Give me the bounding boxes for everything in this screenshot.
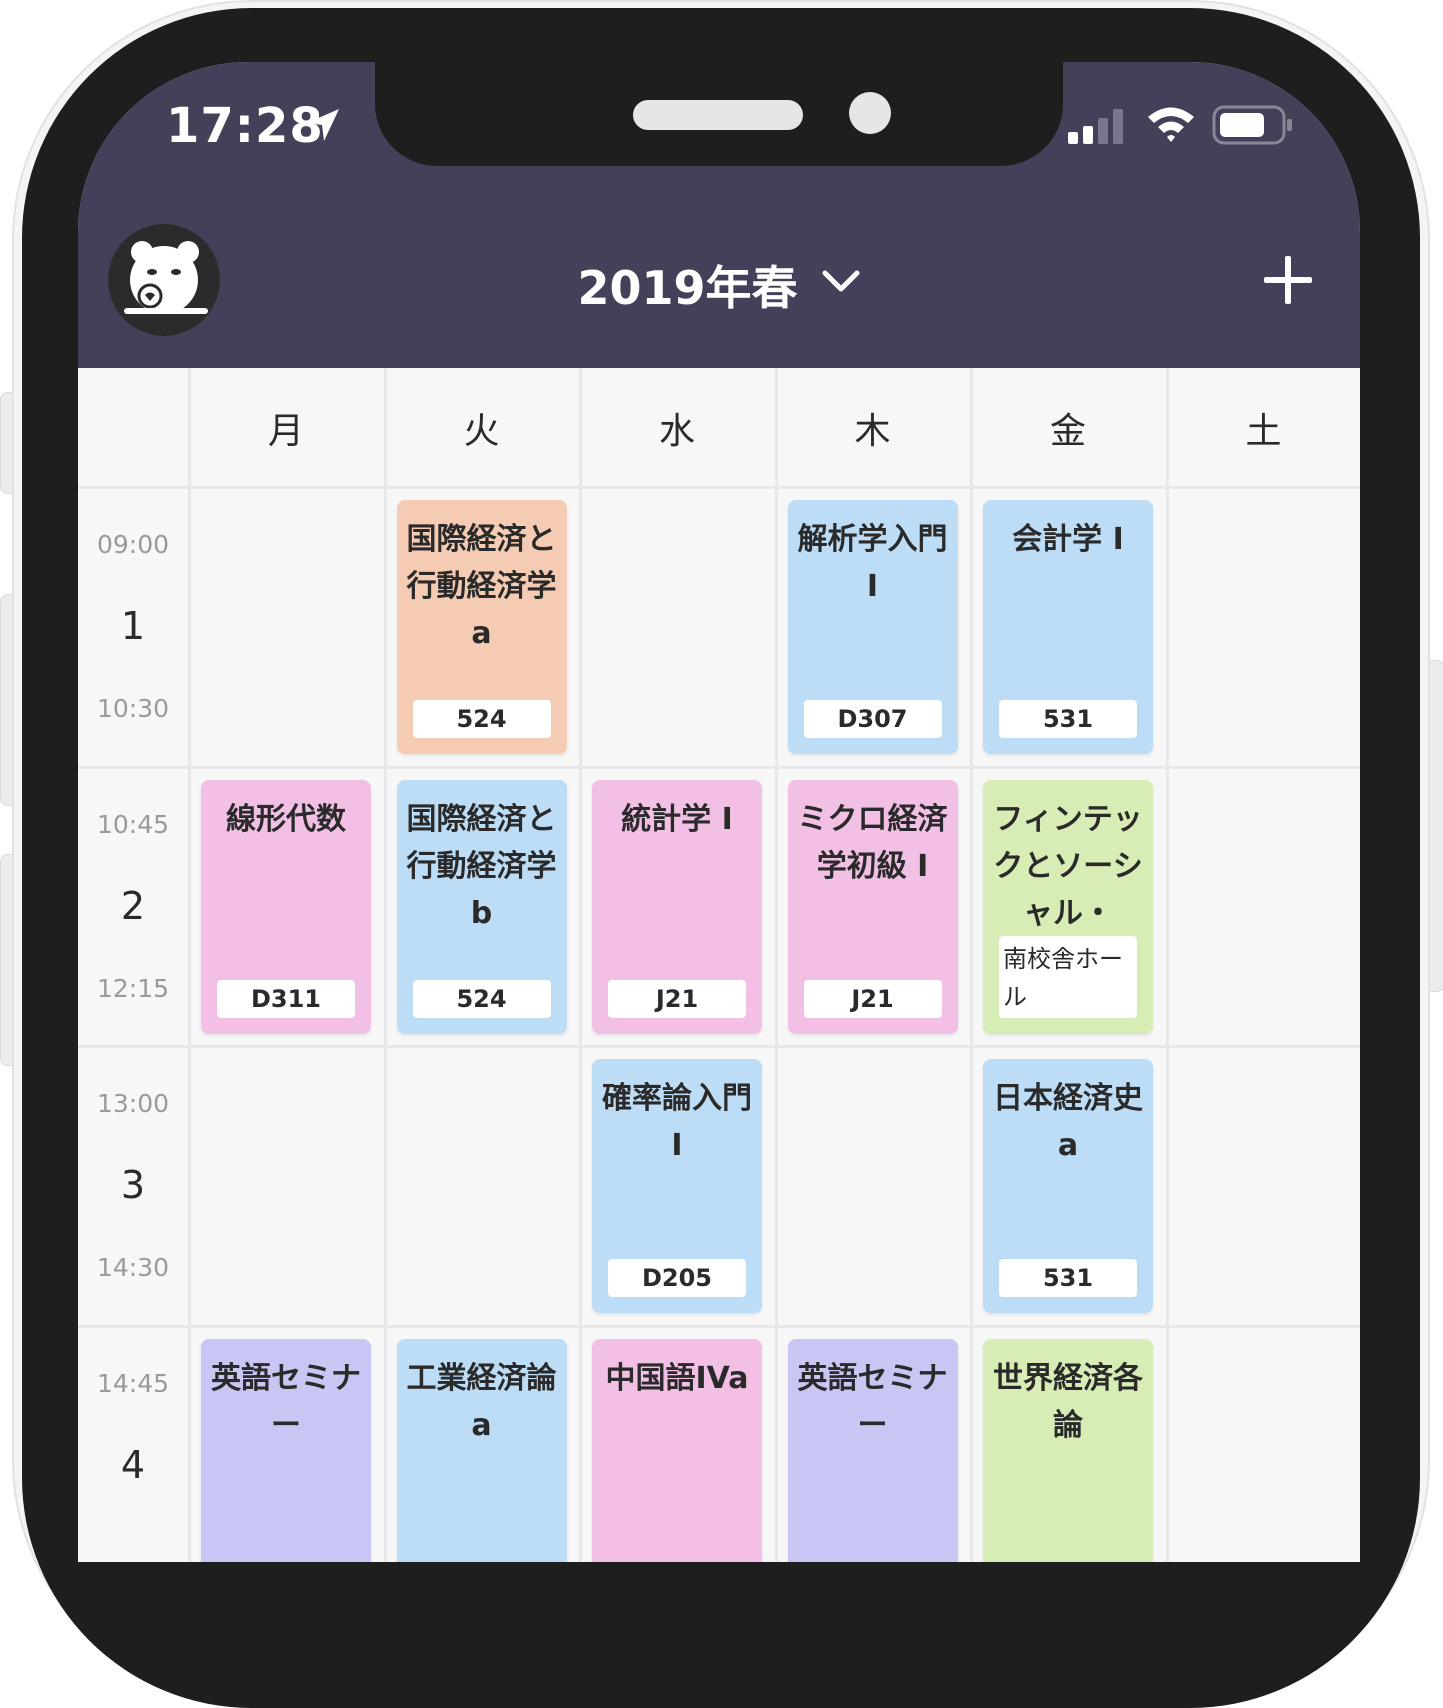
course-name: 会計学 I: [1012, 522, 1124, 557]
course-card[interactable]: 工業経済論a: [396, 1338, 567, 1562]
grid-column-divider: [188, 368, 191, 1562]
day-header: 水: [658, 411, 695, 452]
location-arrow-icon: [307, 109, 339, 141]
timetable-grid: 月 火 水 木 金 土 09:00 1 10:30 10:45 2 12:15 13:00 3 14:30 1…: [78, 368, 1360, 1562]
course-card[interactable]: 英語セミナー: [201, 1338, 371, 1562]
day-header: 火: [463, 411, 500, 452]
course-room: J21: [803, 979, 942, 1018]
course-name: 線形代数: [226, 801, 346, 837]
course-room: D307: [803, 700, 942, 738]
grid-column-divider: [383, 368, 387, 1562]
term-title: 2019年春: [577, 261, 798, 315]
grid-row-divider: [78, 1324, 1360, 1328]
period-number: 1: [120, 604, 146, 648]
period-start-time: 10:45: [96, 809, 170, 839]
speaker-grille: [633, 100, 803, 130]
course-card[interactable]: 中国語IVa: [592, 1338, 762, 1562]
app-header: 17:28 2019年春: [78, 62, 1360, 368]
plus-icon[interactable]: [1262, 254, 1314, 306]
front-camera: [849, 92, 891, 134]
status-time: 17:28: [166, 98, 324, 154]
grid-row-divider: [78, 765, 1360, 769]
course-card[interactable]: 日本経済史a 531: [983, 1059, 1153, 1313]
cellular-signal-icon: [1068, 109, 1123, 144]
course-name: 統計学 I: [621, 801, 733, 837]
period-number: 3: [120, 1163, 146, 1207]
course-name: 国際経済と行動経済学a: [406, 522, 557, 651]
grid-row-divider: [78, 1045, 1360, 1048]
course-name: 解析学入門 I: [797, 522, 948, 604]
grid-column-divider: [970, 368, 973, 1562]
day-header: 金: [1049, 411, 1086, 452]
course-name: 日本経済史a: [993, 1081, 1143, 1163]
course-name: 中国語IVa: [605, 1360, 749, 1396]
course-card[interactable]: 会計学 I 531: [983, 500, 1153, 754]
course-card[interactable]: 世界経済各論: [983, 1338, 1153, 1562]
period-number: 2: [120, 883, 146, 928]
course-card[interactable]: 統計学 I J21: [592, 779, 762, 1034]
course-card[interactable]: 国際経済と行動経済学a 524: [396, 500, 567, 754]
course-card[interactable]: 国際経済と行動経済学b 524: [396, 779, 567, 1034]
course-room: 南校舎ホール: [999, 935, 1137, 1018]
battery-icon: [1212, 105, 1292, 145]
course-room: 524: [412, 979, 551, 1018]
period-end-time: 10:30: [96, 694, 170, 723]
course-room: 531: [999, 1259, 1137, 1297]
period-start-time: 14:45: [96, 1368, 170, 1398]
notch: [375, 62, 1063, 166]
period-end-time: 12:15: [96, 973, 170, 1003]
course-card[interactable]: 確率論入門 I D205: [592, 1059, 762, 1313]
period-start-time: 09:00: [96, 530, 170, 559]
grid-column-divider: [579, 368, 582, 1562]
period-start-time: 13:00: [96, 1089, 170, 1118]
course-name: 世界経済各論: [993, 1360, 1143, 1443]
grid-column-divider: [774, 368, 778, 1562]
day-header: 木: [854, 411, 891, 452]
chevron-down-icon: [822, 270, 860, 292]
course-name: 工業経済論a: [406, 1360, 557, 1443]
course-card[interactable]: 線形代数 D311: [201, 779, 371, 1034]
course-name: 国際経済と行動経済学b: [406, 801, 557, 931]
course-card[interactable]: 英語セミナー: [787, 1338, 958, 1562]
course-card[interactable]: 解析学入門 I D307: [787, 500, 958, 754]
course-card[interactable]: フィンテックとソーシャル・ 南校舎ホール: [983, 779, 1153, 1034]
course-room: 531: [999, 700, 1137, 738]
grid-row-divider: [78, 486, 1360, 489]
course-room: 524: [412, 700, 551, 738]
period-number: 4: [120, 1442, 146, 1487]
course-room: D311: [217, 979, 355, 1018]
period-end-time: 14:30: [96, 1253, 170, 1282]
course-name: フィンテックとソーシャル・: [993, 801, 1143, 931]
wifi-icon: [1148, 107, 1194, 142]
course-name: 英語セミナー: [797, 1360, 948, 1443]
course-room: J21: [608, 979, 746, 1018]
course-name: 英語セミナー: [211, 1360, 361, 1443]
app-screen: 17:28 2019年春 月 火 水 木 金 土 09:00 1 10:30 1…: [78, 62, 1360, 1562]
grid-column-divider: [1165, 368, 1169, 1562]
term-selector[interactable]: 2019年春: [78, 252, 1360, 318]
course-name: 確率論入門 I: [602, 1081, 752, 1163]
course-name: ミクロ経済学初級 I: [797, 801, 948, 884]
course-room: D205: [608, 1259, 746, 1297]
day-header: 月: [267, 411, 304, 452]
course-card[interactable]: ミクロ経済学初級 I J21: [787, 779, 958, 1034]
day-header: 土: [1245, 411, 1282, 452]
